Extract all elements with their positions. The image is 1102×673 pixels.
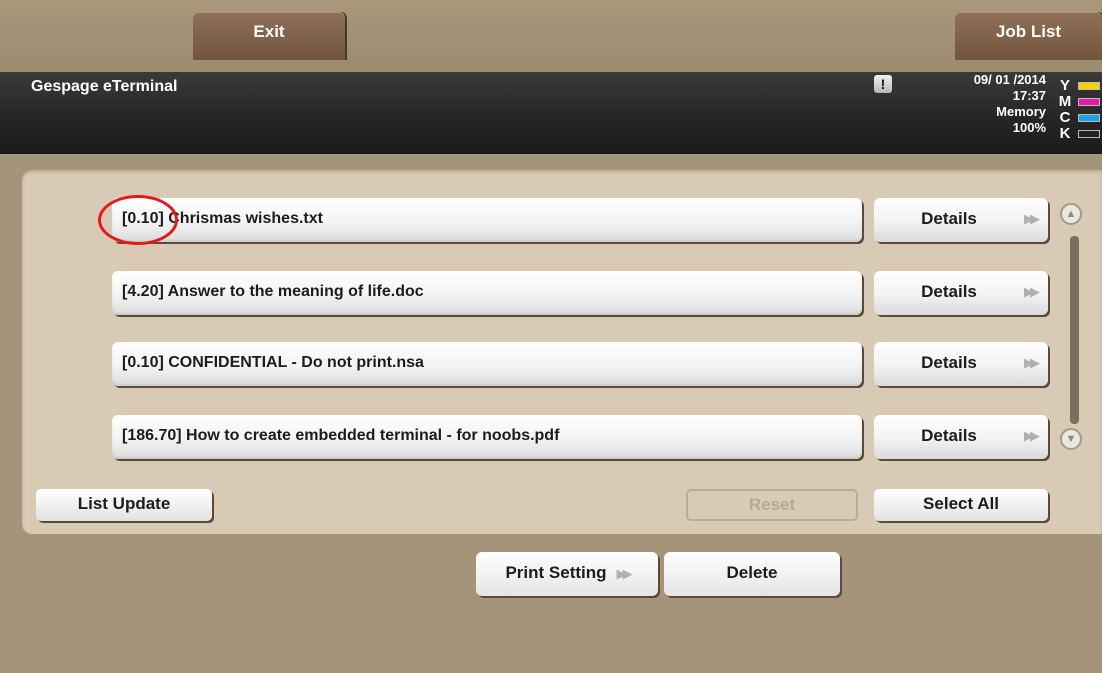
scroll-down-icon[interactable]: ▼ xyxy=(1060,428,1082,450)
memory-value: 100% xyxy=(1012,120,1046,135)
header-bar: Gespage eTerminal ! 09/ 01 /2014 17:37 M… xyxy=(0,72,1102,154)
double-chevron-right-icon: ▶▶ xyxy=(616,566,633,581)
details-button[interactable]: Details ▶▶ xyxy=(874,198,1048,242)
details-label: Details xyxy=(921,282,977,301)
file-item[interactable]: [4.20] Answer to the meaning of life.doc xyxy=(112,271,862,315)
job-list-button[interactable]: Job List xyxy=(955,12,1102,60)
double-chevron-right-icon: ▶▶ xyxy=(1024,284,1040,299)
delete-button[interactable]: Delete xyxy=(664,552,840,596)
details-label: Details xyxy=(921,209,977,228)
list-update-button[interactable]: List Update xyxy=(36,489,212,521)
toner-bar-icon xyxy=(1078,130,1100,138)
app-frame: Exit Job List Gespage eTerminal ! 09/ 01… xyxy=(0,0,1102,673)
details-button[interactable]: Details ▶▶ xyxy=(874,342,1048,386)
toner-bar-icon xyxy=(1078,114,1100,122)
file-item[interactable]: [0.10] Chrismas wishes.txt xyxy=(112,198,862,242)
exit-button[interactable]: Exit xyxy=(193,12,345,60)
toner-row-m: M xyxy=(1058,94,1102,110)
top-bar: Exit Job List xyxy=(0,0,1102,72)
select-all-button[interactable]: Select All xyxy=(874,489,1048,521)
details-button[interactable]: Details ▶▶ xyxy=(874,271,1048,315)
file-item[interactable]: [0.10] CONFIDENTIAL - Do not print.nsa xyxy=(112,342,862,386)
print-setting-button[interactable]: Print Setting ▶▶ xyxy=(476,552,658,596)
memory-label: Memory xyxy=(996,104,1046,119)
details-button[interactable]: Details ▶▶ xyxy=(874,415,1048,459)
details-label: Details xyxy=(921,426,977,445)
toner-row-c: C xyxy=(1058,110,1102,126)
toner-row-y: Y xyxy=(1058,78,1102,94)
scroll-up-icon[interactable]: ▲ xyxy=(1060,203,1082,225)
date-text: 09/ 01 /2014 xyxy=(973,72,1046,87)
details-label: Details xyxy=(921,353,977,372)
toner-label: Y xyxy=(1059,77,1070,94)
print-setting-label: Print Setting xyxy=(505,563,607,582)
toner-label: M xyxy=(1058,93,1072,110)
warning-icon[interactable]: ! xyxy=(874,75,892,93)
reset-button[interactable]: Reset xyxy=(686,489,858,521)
toner-row-k: K xyxy=(1058,126,1102,142)
status-block: 09/ 01 /2014 17:37 Memory 100% xyxy=(974,72,1046,136)
time-text: 17:37 xyxy=(1012,88,1046,103)
toner-label: K xyxy=(1059,125,1071,142)
file-item[interactable]: [186.70] How to create embedded terminal… xyxy=(112,415,862,459)
double-chevron-right-icon: ▶▶ xyxy=(1024,211,1040,226)
toner-levels: Y M C K xyxy=(1058,78,1102,142)
double-chevron-right-icon: ▶▶ xyxy=(1024,355,1040,370)
toner-bar-icon xyxy=(1078,98,1100,106)
double-chevron-right-icon: ▶▶ xyxy=(1024,428,1040,443)
bottom-area xyxy=(0,620,1102,673)
app-title: Gespage eTerminal xyxy=(31,78,178,95)
toner-bar-icon xyxy=(1078,82,1100,90)
toner-label: C xyxy=(1059,109,1071,126)
scrollbar-track[interactable] xyxy=(1070,236,1079,424)
